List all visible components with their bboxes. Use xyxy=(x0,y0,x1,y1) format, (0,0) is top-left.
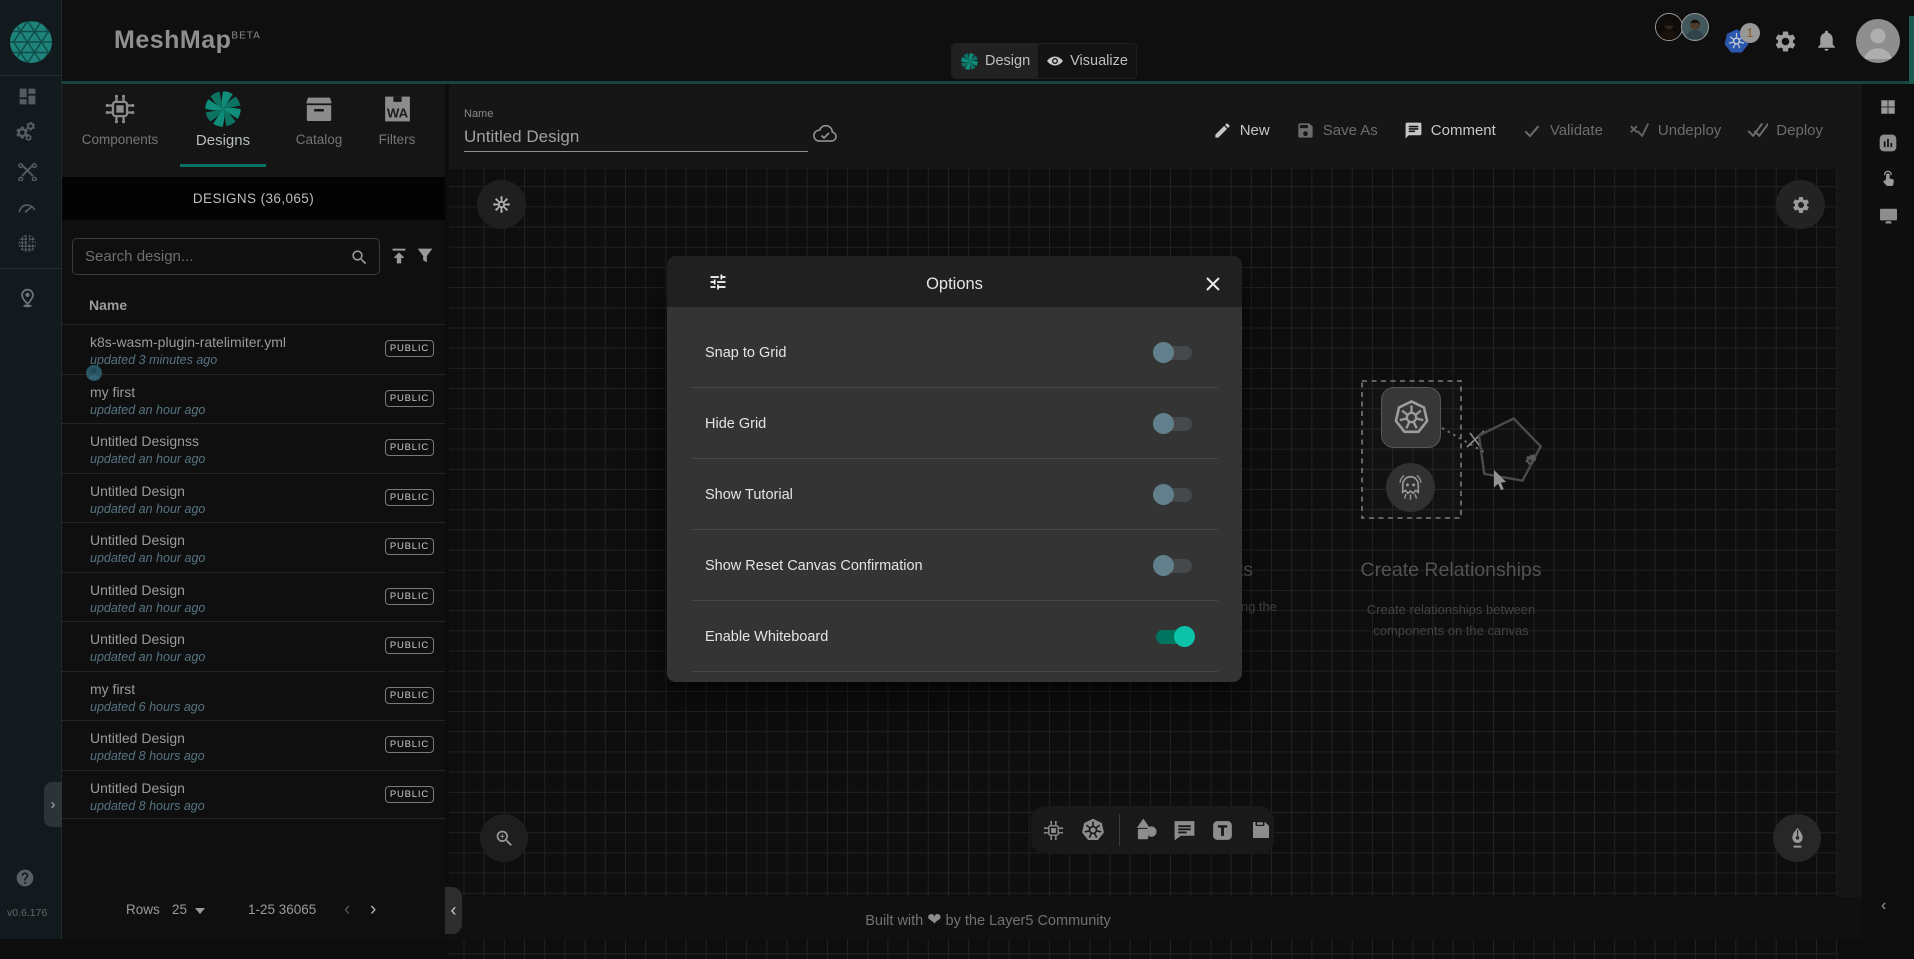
svg-text:WA: WA xyxy=(386,105,408,120)
